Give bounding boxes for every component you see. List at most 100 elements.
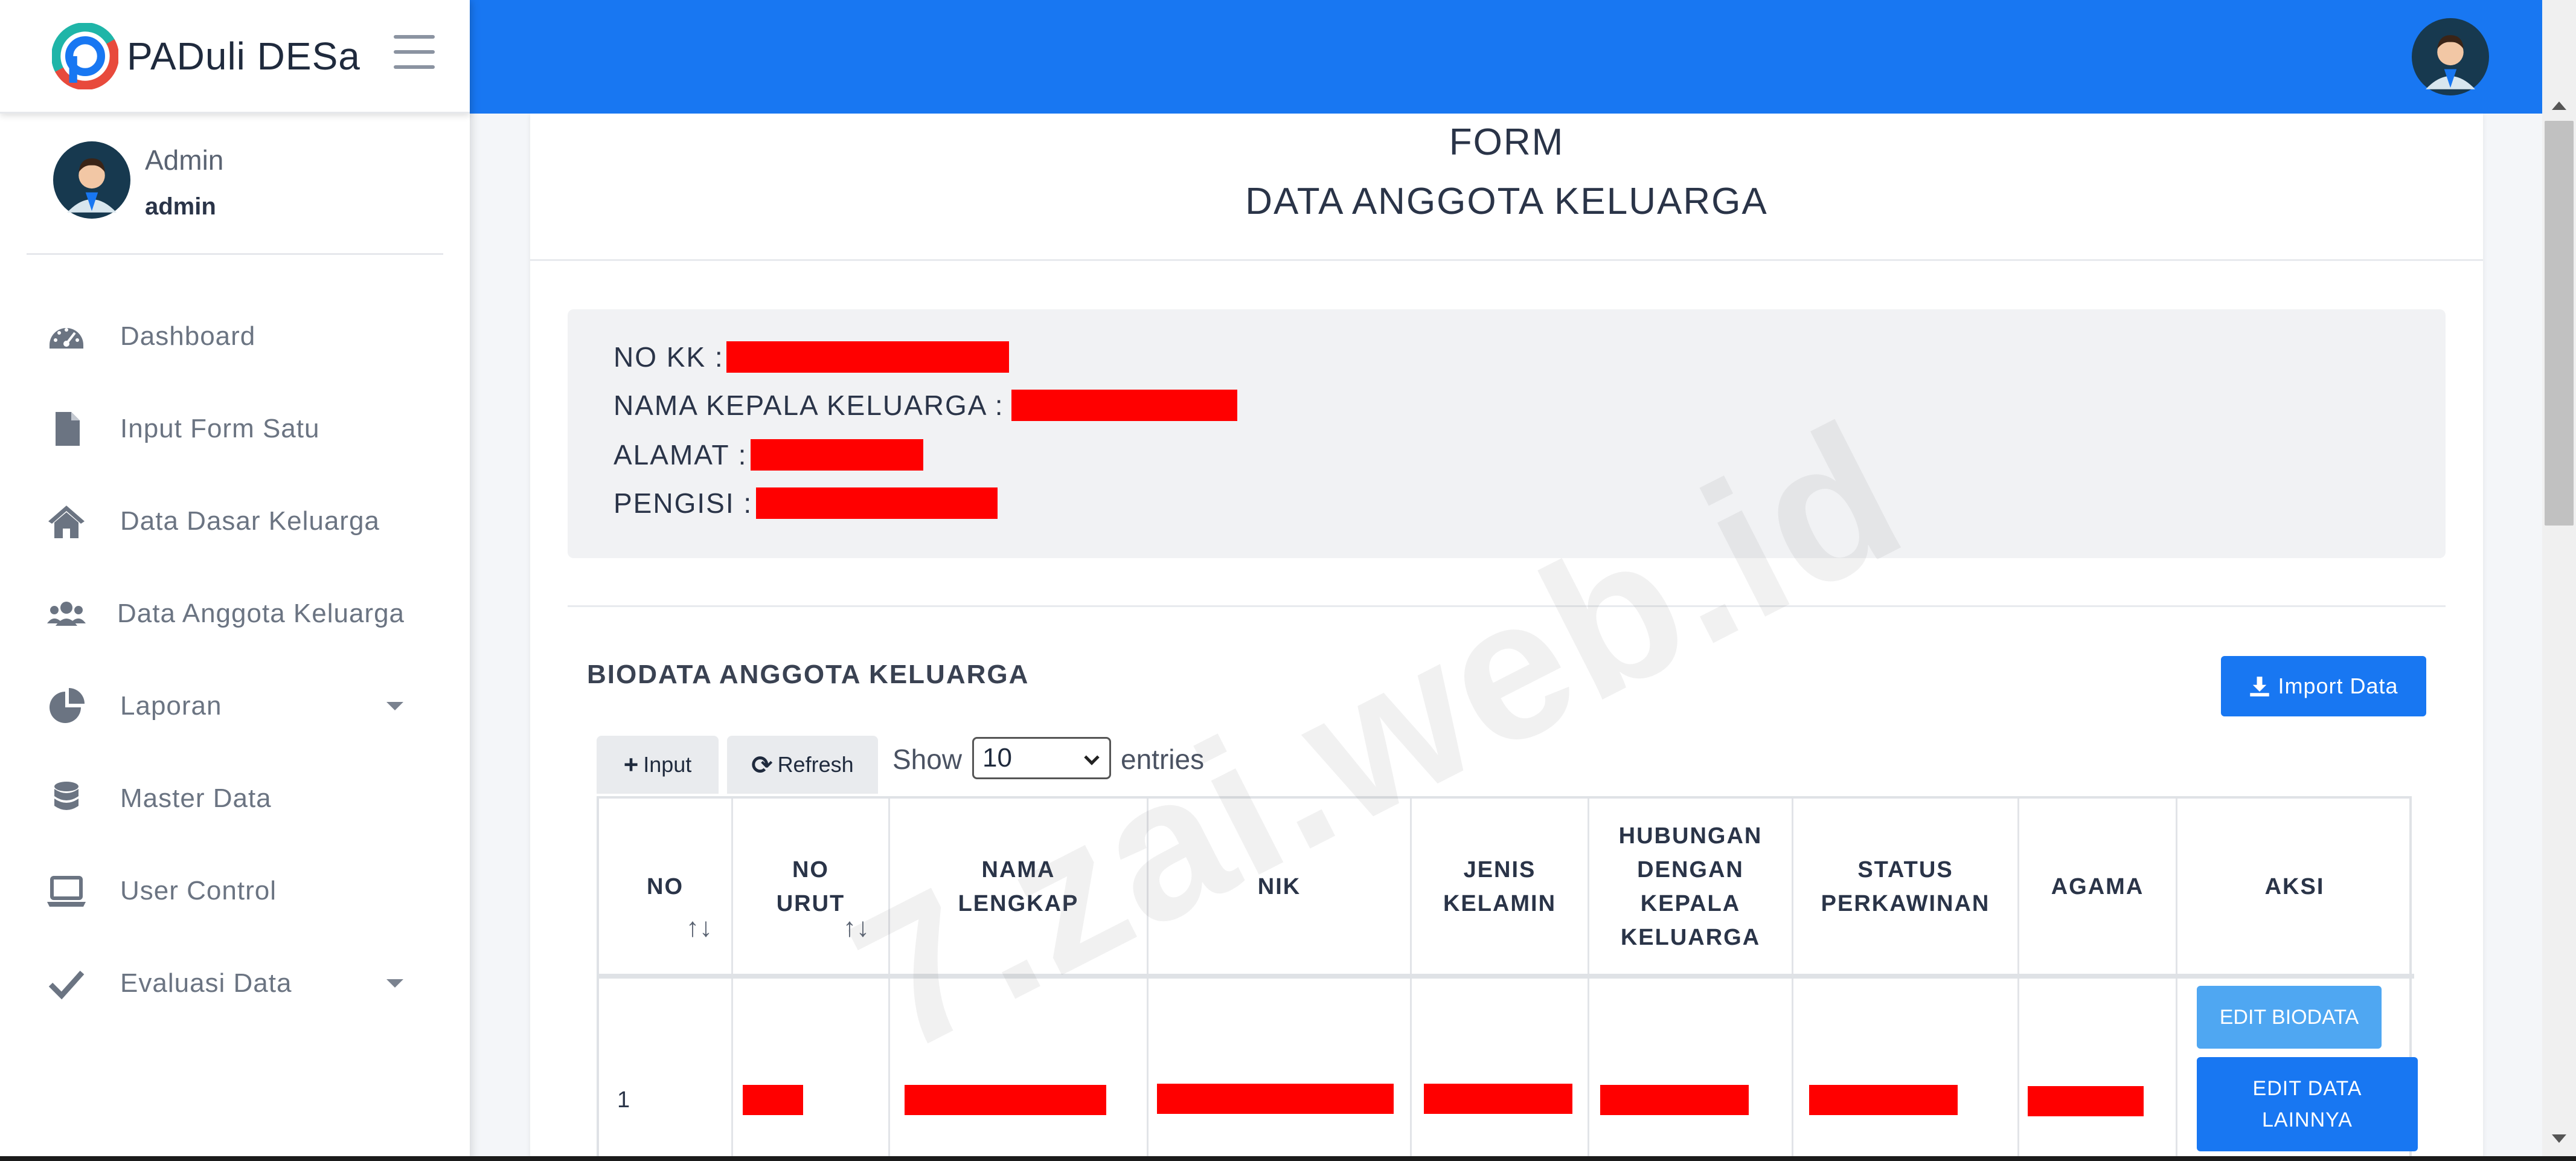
scroll-down-icon[interactable] xyxy=(2552,1134,2566,1143)
info-label: NAMA KEPALA KELUARGA : xyxy=(614,390,1004,421)
download-icon xyxy=(2250,677,2270,696)
sidebar-item-label: Dashboard xyxy=(120,321,256,351)
info-pengisi: PENGISI : xyxy=(614,487,998,519)
column-header-nama-lengkap: NAMA LENGKAP xyxy=(890,799,1149,975)
gauge-icon xyxy=(45,317,88,356)
redacted-value xyxy=(1011,390,1237,421)
pie-chart-icon xyxy=(45,687,88,725)
sidebar-item-label: Input Form Satu xyxy=(120,413,320,443)
redacted-value xyxy=(751,439,924,471)
info-label: ALAMAT : xyxy=(614,439,748,471)
table-cell xyxy=(1589,979,1793,1161)
topbar xyxy=(470,0,2542,114)
biodata-table: NO ↑↓ NO URUT ↑↓ NAMA LENGKAP NIK JENIS KEL… xyxy=(597,796,2414,1161)
sidebar-nav: Dashboard Input Form Satu Data Dasar Kel… xyxy=(0,290,470,1029)
show-label: Show xyxy=(892,744,963,775)
user-name: Admin xyxy=(145,144,224,176)
info-label: PENGISI : xyxy=(614,487,753,519)
redacted-value xyxy=(1809,1085,1958,1115)
user-panel[interactable]: Admin admin xyxy=(27,132,443,255)
refresh-button[interactable]: ⟳ Refresh xyxy=(727,736,878,794)
info-nama-kepala: NAMA KEPALA KELUARGA : xyxy=(614,389,1237,422)
redacted-value xyxy=(2028,1086,2144,1116)
sidebar-item-master-data[interactable]: Master Data xyxy=(0,752,470,844)
sidebar-item-data-anggota-keluarga[interactable]: Data Anggota Keluarga xyxy=(0,567,470,660)
sidebar-item-label: User Control xyxy=(120,875,277,905)
sidebar-item-label: Laporan xyxy=(120,690,222,721)
column-header-nik: NIK xyxy=(1149,799,1412,975)
sidebar-item-data-dasar-keluarga[interactable]: Data Dasar Keluarga xyxy=(0,475,470,567)
sidebar-item-label: Evaluasi Data xyxy=(120,968,292,998)
sidebar-item-user-control[interactable]: User Control xyxy=(0,844,470,937)
page-title: FORM xyxy=(1449,121,1565,163)
page-subtitle: DATA ANGGOTA KELUARGA xyxy=(1245,181,1768,222)
brand-logo-icon xyxy=(52,22,118,89)
sidebar-item-input-form-satu[interactable]: Input Form Satu xyxy=(0,382,470,475)
table-cell xyxy=(733,979,890,1161)
database-icon xyxy=(45,779,88,818)
import-data-button[interactable]: Import Data xyxy=(2221,656,2426,716)
brand-name: PADuli DESa xyxy=(127,34,360,78)
sidebar-item-laporan[interactable]: Laporan xyxy=(0,660,470,752)
sidebar-item-dashboard[interactable]: Dashboard xyxy=(0,290,470,382)
edit-biodata-button[interactable]: EDIT BIODATA xyxy=(2197,986,2382,1049)
input-button[interactable]: + Input xyxy=(597,736,719,794)
window-bottom-edge xyxy=(0,1156,2576,1161)
users-icon xyxy=(45,594,88,633)
sidebar-item-label: Data Anggota Keluarga xyxy=(117,598,405,628)
info-alamat: ALAMAT : xyxy=(614,439,924,471)
sidebar-item-evaluasi-data[interactable]: Evaluasi Data xyxy=(0,937,470,1029)
table-cell xyxy=(1793,979,2019,1161)
scrollbar-thumb[interactable] xyxy=(2545,121,2574,526)
redacted-value xyxy=(726,341,1009,373)
file-icon xyxy=(45,410,88,448)
entries-label: entries xyxy=(1121,744,1205,775)
info-no-kk: NO KK : xyxy=(614,341,1009,373)
table-cell xyxy=(2019,979,2177,1161)
redacted-value xyxy=(756,487,998,519)
sidebar: PADuli DESa Admin admin Dashboard Input … xyxy=(0,0,470,1161)
home-icon xyxy=(45,502,88,541)
table-cell xyxy=(1412,979,1589,1161)
sort-icon[interactable]: ↑↓ xyxy=(686,911,713,945)
column-header-no[interactable]: NO ↑↓ xyxy=(599,799,733,975)
import-data-label: Import Data xyxy=(2278,674,2398,698)
table-cell xyxy=(890,979,1149,1161)
edit-data-lainnya-button[interactable]: EDIT DATA LAINNYA xyxy=(2197,1057,2418,1151)
redacted-value xyxy=(1600,1085,1749,1115)
card-header: FORM DATA ANGGOTA KELUARGA xyxy=(530,114,2483,261)
column-header-aksi: AKSI xyxy=(2264,874,2325,899)
refresh-icon: ⟳ xyxy=(751,750,773,779)
table-cell: 1 xyxy=(599,979,733,1161)
check-icon xyxy=(45,964,88,1003)
column-header-status-perkawinan: STATUS PERKAWINAN xyxy=(1793,799,2019,975)
scrollbar[interactable] xyxy=(2542,0,2576,1161)
redacted-value xyxy=(1157,1084,1394,1114)
column-header-agama: AGAMA xyxy=(2019,799,2177,975)
refresh-label: Refresh xyxy=(777,752,854,777)
column-header-no-urut[interactable]: NO URUT ↑↓ xyxy=(733,799,890,975)
redacted-value xyxy=(743,1085,803,1115)
menu-toggle-icon[interactable] xyxy=(394,35,435,69)
entries-value: 10 xyxy=(982,743,1012,773)
sort-icon[interactable]: ↑↓ xyxy=(843,911,870,945)
laptop-icon xyxy=(45,872,88,910)
section-title: BIODATA ANGGOTA KELUARGA xyxy=(587,660,1030,689)
chevron-down-icon xyxy=(386,701,403,710)
divider xyxy=(568,605,2446,607)
input-label: Input xyxy=(643,752,692,777)
plus-icon: + xyxy=(623,750,639,779)
scroll-up-icon[interactable] xyxy=(2552,101,2566,110)
avatar xyxy=(53,141,130,219)
user-role: admin xyxy=(145,193,216,220)
info-label: NO KK : xyxy=(614,341,724,373)
entries-select[interactable]: 10 xyxy=(972,737,1111,779)
table-header-divider xyxy=(599,974,2414,979)
row-number: 1 xyxy=(617,1087,630,1113)
main-card: FORM DATA ANGGOTA KELUARGA NO KK : NAMA … xyxy=(530,114,2483,1161)
chevron-down-icon xyxy=(1084,750,1100,765)
sidebar-item-label: Data Dasar Keluarga xyxy=(120,506,380,536)
redacted-value xyxy=(1424,1084,1572,1114)
avatar[interactable] xyxy=(2412,18,2489,95)
redacted-value xyxy=(905,1085,1106,1115)
